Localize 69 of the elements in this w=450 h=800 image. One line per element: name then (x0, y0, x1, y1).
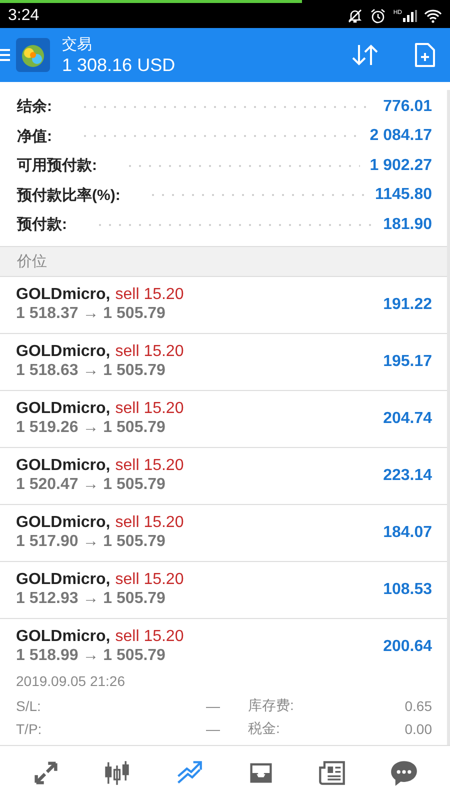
arrows-icon (32, 759, 60, 787)
sort-icon[interactable] (350, 43, 380, 67)
price-range: 1 518.99 → 1 505.79 (16, 647, 166, 665)
symbol-name: GOLDmicro, (16, 571, 110, 589)
alarm-icon (370, 8, 386, 24)
symbol-name: GOLDmicro, (16, 343, 110, 361)
price-range: 1 519.26 → 1 505.79 (16, 419, 166, 437)
detail-label: 税金: (248, 720, 281, 738)
profit-value: 184.07 (383, 524, 432, 542)
symbol-name: GOLDmicro, (16, 400, 110, 418)
summary-value: 776.01 (383, 98, 432, 116)
signal-icon (403, 10, 417, 22)
section-title: 价位 (17, 252, 47, 270)
symbol-name: GOLDmicro, (16, 514, 110, 532)
detail-value: — (206, 721, 221, 737)
detail-label: 库存费: (248, 697, 295, 715)
detail-label: S/L: (16, 698, 42, 714)
detail-value: — (206, 698, 221, 714)
symbol-name: GOLDmicro, (16, 286, 110, 304)
detail-value: 0.00 (404, 721, 432, 737)
price-range: 1 518.63 → 1 505.79 (16, 362, 166, 380)
summary-label: 净值: (17, 126, 52, 146)
summary-label: 可用预付款: (17, 156, 97, 176)
summary-value: 2 084.17 (370, 127, 432, 146)
symbol-name: GOLDmicro, (16, 457, 110, 475)
new-document-icon[interactable] (414, 42, 436, 68)
detail-label: T/P: (16, 721, 43, 737)
summary-value: 1145.80 (375, 186, 432, 204)
chat-icon (390, 759, 418, 787)
profit-value: 223.14 (383, 466, 432, 484)
price-range: 1 512.93 → 1 505.79 (16, 590, 166, 608)
order-side: sell 15.20 (115, 514, 184, 532)
price-range: 1 520.47 → 1 505.79 (16, 476, 166, 494)
profit-value: 191.22 (383, 296, 432, 314)
order-side: sell 15.20 (115, 457, 184, 475)
profit-value: 204.74 (383, 410, 432, 428)
summary-label: 预付款比率(%): (17, 186, 120, 205)
position-row[interactable]: GOLDmicro, sell 15.20 1 519.26 → 1 505.79 204.74 (0, 390, 447, 446)
order-side: sell 15.20 (115, 400, 184, 418)
order-side: sell 15.20 (115, 286, 184, 304)
position-row[interactable]: GOLDmicro, sell 15.20 1 518.63 → 1 505.79 195.17 (0, 334, 447, 390)
position-row[interactable]: GOLDmicro, sell 15.20 1 512.93 → 1 505.79 108.53 (0, 562, 447, 618)
summary-value: 181.90 (383, 216, 432, 234)
profit-value: 195.17 (383, 352, 432, 370)
symbol-name: GOLDmicro, (16, 628, 110, 646)
menu-icon[interactable] (0, 49, 10, 61)
profit-value: 200.64 (383, 638, 432, 656)
open-time: 2019.09.05 21:26 (16, 672, 126, 688)
detail-value: 0.65 (404, 698, 432, 714)
position-row[interactable]: GOLDmicro, sell 15.20 1 517.90 → 1 505.79 184.07 (0, 504, 447, 560)
muted-bell-icon (347, 8, 364, 24)
profit-value: 108.53 (383, 580, 432, 598)
position-row[interactable]: GOLDmicro, sell 15.20 1 520.47 → 1 505.79 223.14 (0, 448, 447, 504)
order-side: sell 15.20 (115, 343, 184, 361)
account-balance: 1 308.16 USD (62, 54, 176, 76)
position-row[interactable]: GOLDmicro, sell 15.20 1 518.37 → 1 505.79 191.22 (0, 276, 447, 332)
price-range: 1 518.37 → 1 505.79 (16, 305, 166, 323)
summary-label: 结余: (17, 97, 52, 116)
status-time: 3:24 (8, 6, 40, 24)
app-logo-icon (16, 38, 50, 72)
order-side: sell 15.20 (115, 628, 184, 646)
price-range: 1 517.90 → 1 505.79 (16, 533, 166, 551)
newspaper-icon (318, 759, 346, 787)
candlestick-icon (103, 759, 132, 787)
wifi-icon (424, 8, 442, 22)
summary-value: 1 902.27 (370, 156, 432, 175)
screen-title: 交易 (62, 34, 93, 54)
summary-label: 预付款: (17, 215, 67, 234)
order-side: sell 15.20 (115, 571, 184, 589)
